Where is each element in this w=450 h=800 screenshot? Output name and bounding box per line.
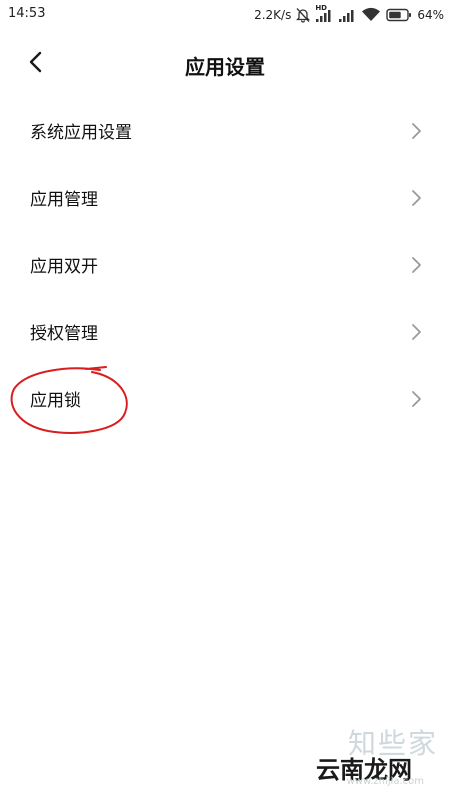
watermark-url: www.zhijia.com bbox=[346, 776, 424, 787]
chevron-right-icon bbox=[412, 390, 421, 407]
battery-percent: 64% bbox=[417, 8, 444, 22]
list-item-system-app-settings[interactable]: 系统应用设置 bbox=[0, 97, 450, 164]
list-item-label: 应用双开 bbox=[30, 257, 98, 277]
header: 应用设置 bbox=[0, 38, 450, 90]
list-item-app-management[interactable]: 应用管理 bbox=[0, 164, 450, 231]
network-speed: 2.2K/s bbox=[254, 8, 292, 22]
signal-icon bbox=[338, 7, 356, 23]
chevron-right-icon bbox=[412, 256, 421, 273]
list-item-permissions[interactable]: 授权管理 bbox=[0, 298, 450, 365]
red-circle-annotation bbox=[10, 366, 128, 434]
chevron-right-icon bbox=[412, 323, 421, 340]
page-title: 应用设置 bbox=[185, 55, 265, 79]
battery-icon bbox=[386, 8, 412, 22]
chevron-right-icon bbox=[412, 122, 421, 139]
list-item-label: 应用管理 bbox=[30, 190, 98, 210]
mute-icon bbox=[296, 7, 311, 23]
watermark: 知些家 云南龙网 www.zhijia.com bbox=[302, 722, 442, 792]
status-bar: 14:53 2.2K/s HD 64% bbox=[0, 0, 450, 30]
chevron-right-icon bbox=[412, 189, 421, 206]
status-icons: 2.2K/s HD 64% bbox=[254, 4, 444, 25]
list-item-dual-apps[interactable]: 应用双开 bbox=[0, 231, 450, 298]
wifi-icon bbox=[361, 7, 381, 23]
list-item-label: 授权管理 bbox=[30, 324, 98, 344]
status-time: 14:53 bbox=[8, 6, 46, 21]
list-item-label: 系统应用设置 bbox=[30, 123, 132, 143]
hd-badge: HD bbox=[315, 4, 327, 12]
hd-signal-icon: HD bbox=[315, 4, 333, 23]
